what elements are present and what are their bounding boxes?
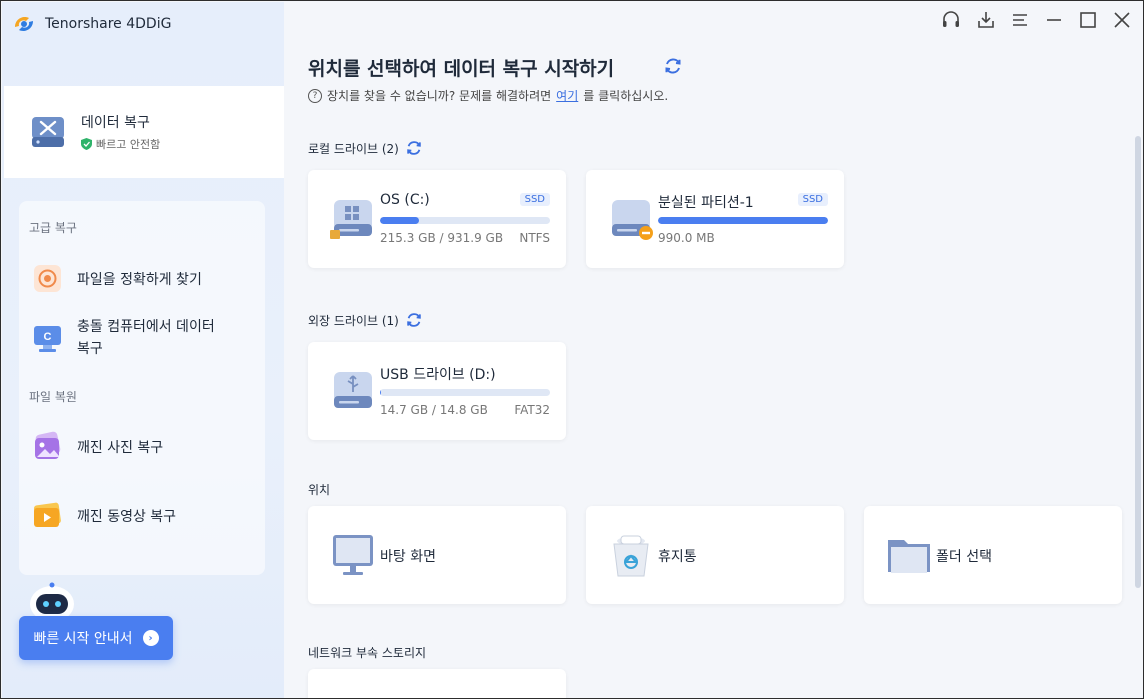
help-suffix: 를 클릭하십시오.	[583, 89, 669, 103]
sidebar-item-label: 깨진 사진 복구	[77, 439, 164, 456]
crashed-computer-icon: C	[34, 325, 61, 352]
ssd-badge: SSD	[797, 193, 828, 206]
group-label-text: 로컬 드라이브 (2)	[308, 141, 399, 156]
arrow-right-icon: ›	[142, 630, 159, 646]
shield-check-icon	[81, 138, 92, 150]
windows-drive-icon	[330, 200, 372, 239]
page-title: 위치를 선택하여 데이터 복구 시작하기	[308, 58, 615, 80]
usage-bar	[380, 217, 550, 224]
group-label-text: 네트워크 부속 스토리지	[308, 646, 427, 660]
drive-card-usb[interactable]: USB 드라이브 (D:) 14.7 GB / 14.8 GB FAT32	[308, 342, 566, 440]
location-name: 바탕 화면	[380, 549, 436, 565]
drive-size: 215.3 GB / 931.9 GB	[380, 231, 504, 245]
drive-size: 990.0 MB	[658, 231, 715, 245]
brand: Tenorshare 4DDiG	[11, 11, 171, 37]
location-card-recycle-bin[interactable]: 휴지통	[586, 506, 844, 604]
help-text: ? 장치를 찾을 수 없습니까? 문제를 해결하려면 여기 를 클릭하십시오.	[308, 87, 668, 104]
subtitle-text: 빠르고 안전함	[96, 138, 161, 151]
menu-icon[interactable]	[1010, 10, 1030, 30]
drive-card-c[interactable]: OS (C:) SSD 215.3 GB / 931.9 GB NTFS	[308, 170, 566, 268]
app-window: Tenorshare 4DDiG 데이터 복구 빠르고 안전함 고급 복구 파일…	[0, 0, 1144, 699]
ssd-badge: SSD	[519, 193, 550, 206]
subtitle: 빠르고 안전함	[81, 136, 160, 152]
sidebar-item-crashed-pc[interactable]: C 충돌 컴퓨터에서 데이터 복구	[31, 316, 215, 360]
drive-name: 분실된 파티션-1	[658, 195, 754, 211]
sidebar-item-video-repair[interactable]: 깨진 동영상 복구	[31, 499, 176, 532]
sidebar-item-find-files[interactable]: 파일을 정확하게 찾기	[31, 262, 202, 295]
video-repair-icon	[33, 502, 61, 527]
locations-label: 위치	[308, 481, 330, 498]
quick-start-label: 빠른 시작 안내서	[33, 631, 133, 647]
nas-label: 네트워크 부속 스토리지	[308, 644, 426, 661]
sidebar-item-label: 충돌 컴퓨터에서 데이터	[77, 319, 215, 335]
usage-bar	[380, 389, 550, 396]
group-label-text: 위치	[308, 483, 331, 497]
sidebar: Tenorshare 4DDiG 데이터 복구 빠르고 안전함 고급 복구 파일…	[2, 2, 284, 698]
sidebar-item-label: 파일을 정확하게 찾기	[77, 271, 202, 288]
drive-name: OS (C:)	[380, 192, 430, 208]
refresh-icon[interactable]	[663, 56, 683, 76]
section-label-advanced: 고급 복구	[29, 221, 77, 235]
usage-bar-fill	[658, 217, 828, 224]
sidebar-item-data-recovery[interactable]: 데이터 복구 빠르고 안전함	[4, 86, 284, 178]
help-prefix: 장치를 찾을 수 없습니까? 문제를 해결하려면	[327, 89, 552, 103]
external-drives-label: 외장 드라이브 (1)	[308, 311, 423, 329]
location-name: 휴지통	[658, 549, 697, 565]
target-icon	[34, 265, 61, 292]
drive-name: USB 드라이브 (D:)	[380, 367, 496, 383]
refresh-icon[interactable]	[405, 139, 423, 157]
question-icon: ?	[308, 88, 322, 103]
group-label-text: 외장 드라이브 (1)	[308, 313, 399, 328]
drive-filesystem: NTFS	[519, 231, 550, 245]
sidebar-item-photo-repair[interactable]: 깨진 사진 복구	[31, 430, 163, 463]
sidebar-item-label-2: 복구	[77, 341, 103, 357]
drive-filesystem: FAT32	[514, 403, 550, 417]
photo-repair-icon	[35, 431, 61, 459]
usage-bar-fill	[380, 217, 420, 224]
scrollbar[interactable]	[1135, 136, 1141, 588]
maximize-icon[interactable]	[1078, 10, 1098, 30]
download-icon[interactable]	[976, 10, 996, 30]
sidebar-item-label: 데이터 복구	[81, 115, 150, 131]
location-name: 폴더 선택	[936, 549, 992, 565]
lost-partition-drive-icon	[612, 200, 653, 240]
app-title: Tenorshare 4DDiG	[45, 16, 172, 32]
location-card-desktop[interactable]: 바탕 화면	[308, 506, 566, 604]
local-drives-label: 로컬 드라이브 (2)	[308, 139, 423, 157]
headset-icon[interactable]	[941, 10, 961, 30]
desktop-monitor-icon	[333, 535, 373, 575]
nas-card[interactable]	[308, 669, 566, 698]
refresh-icon[interactable]	[405, 311, 423, 329]
close-icon[interactable]	[1112, 10, 1132, 30]
folder-icon	[888, 540, 930, 573]
minimize-icon[interactable]	[1044, 10, 1064, 30]
sidebar-item-label: 깨진 동영상 복구	[77, 508, 177, 525]
data-recovery-icon	[32, 117, 64, 147]
svg-text:C: C	[44, 331, 52, 343]
usage-bar-fill	[380, 389, 382, 396]
recycle-bin-icon	[613, 535, 649, 577]
usage-bar	[658, 217, 828, 224]
quick-start-button[interactable]: 빠른 시작 안내서 ›	[19, 616, 173, 660]
location-card-select-folder[interactable]: 폴더 선택	[864, 506, 1122, 604]
usb-drive-icon	[334, 372, 372, 408]
drive-card-lost-partition[interactable]: 분실된 파티션-1 SSD 990.0 MB	[586, 170, 844, 268]
app-logo-icon	[15, 17, 33, 31]
section-label-file-repair: 파일 복원	[29, 390, 77, 404]
drive-size: 14.7 GB / 14.8 GB	[380, 403, 488, 417]
help-link[interactable]: 여기	[556, 87, 578, 104]
